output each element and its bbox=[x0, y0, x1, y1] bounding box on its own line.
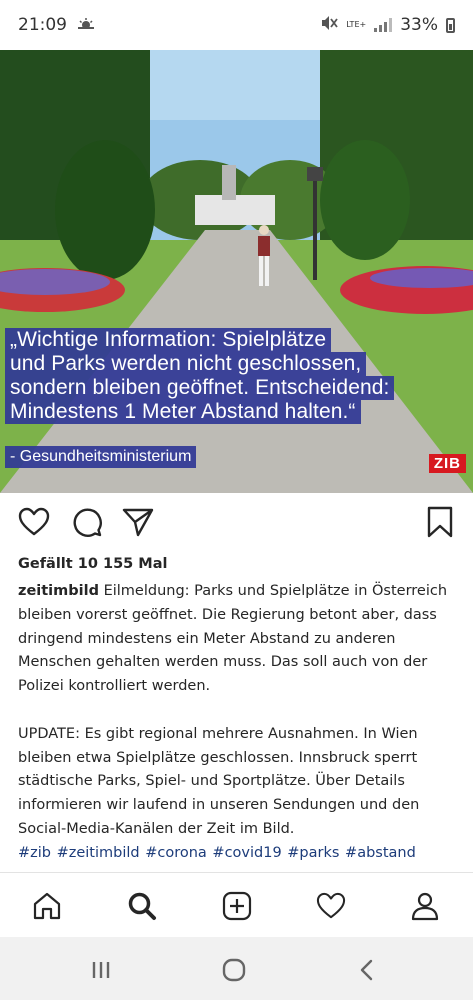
park-photo bbox=[0, 50, 473, 493]
comment-icon[interactable] bbox=[68, 503, 106, 541]
quote-overlay: „Wichtige Information: Spielplätze und P… bbox=[0, 328, 473, 424]
battery-icon bbox=[446, 17, 455, 33]
quote-line: sondern bleiben geöffnet. Entscheidend: bbox=[5, 376, 395, 400]
search-icon[interactable] bbox=[125, 889, 159, 923]
post-actions bbox=[0, 493, 473, 555]
send-icon[interactable] bbox=[119, 503, 157, 541]
profile-icon[interactable] bbox=[408, 889, 442, 923]
add-post-icon[interactable] bbox=[220, 889, 254, 923]
post-caption: zeitimbild Eilmeldung: Parks und Spielpl… bbox=[18, 580, 458, 866]
post-image[interactable]: „Wichtige Information: Spielplätze und P… bbox=[0, 50, 473, 493]
quote-source: - Gesundheitsministerium bbox=[5, 446, 197, 468]
quote-line: „Wichtige Information: Spielplätze bbox=[5, 328, 332, 352]
activity-heart-icon[interactable] bbox=[314, 889, 348, 923]
weather-icon bbox=[77, 15, 95, 35]
quote-line: Mindestens 1 Meter Abstand halten.“ bbox=[5, 400, 361, 424]
bookmark-icon[interactable] bbox=[421, 503, 459, 541]
caption-username[interactable]: zeitimbild bbox=[18, 583, 99, 599]
like-count[interactable]: Gefällt 10 155 Mal bbox=[18, 556, 167, 572]
status-bar: 21:09 LTE+ 33% bbox=[0, 0, 473, 50]
recent-apps-icon[interactable] bbox=[86, 955, 116, 985]
back-icon[interactable] bbox=[352, 955, 382, 985]
zib-logo: ZIB bbox=[428, 454, 466, 473]
caption-text: Eilmeldung: Parks und Spielplätze in Öst… bbox=[18, 583, 448, 695]
home-icon[interactable] bbox=[30, 889, 64, 923]
home-circle-icon[interactable] bbox=[219, 955, 249, 985]
signal-icon bbox=[374, 18, 393, 32]
system-nav-bar bbox=[0, 937, 473, 1000]
battery-percent: 33% bbox=[400, 15, 438, 35]
bottom-nav bbox=[0, 872, 473, 938]
caption-hashtags[interactable]: #zib #zeitimbild #corona #covid19 #parks… bbox=[18, 842, 458, 866]
status-time: 21:09 bbox=[18, 15, 67, 35]
mute-icon bbox=[320, 15, 338, 36]
quote-line: und Parks werden nicht geschlossen, bbox=[5, 352, 367, 376]
heart-icon[interactable] bbox=[15, 503, 53, 541]
caption-update: UPDATE: Es gibt regional mehrere Ausnahm… bbox=[18, 725, 420, 837]
network-type: LTE+ bbox=[346, 20, 367, 29]
